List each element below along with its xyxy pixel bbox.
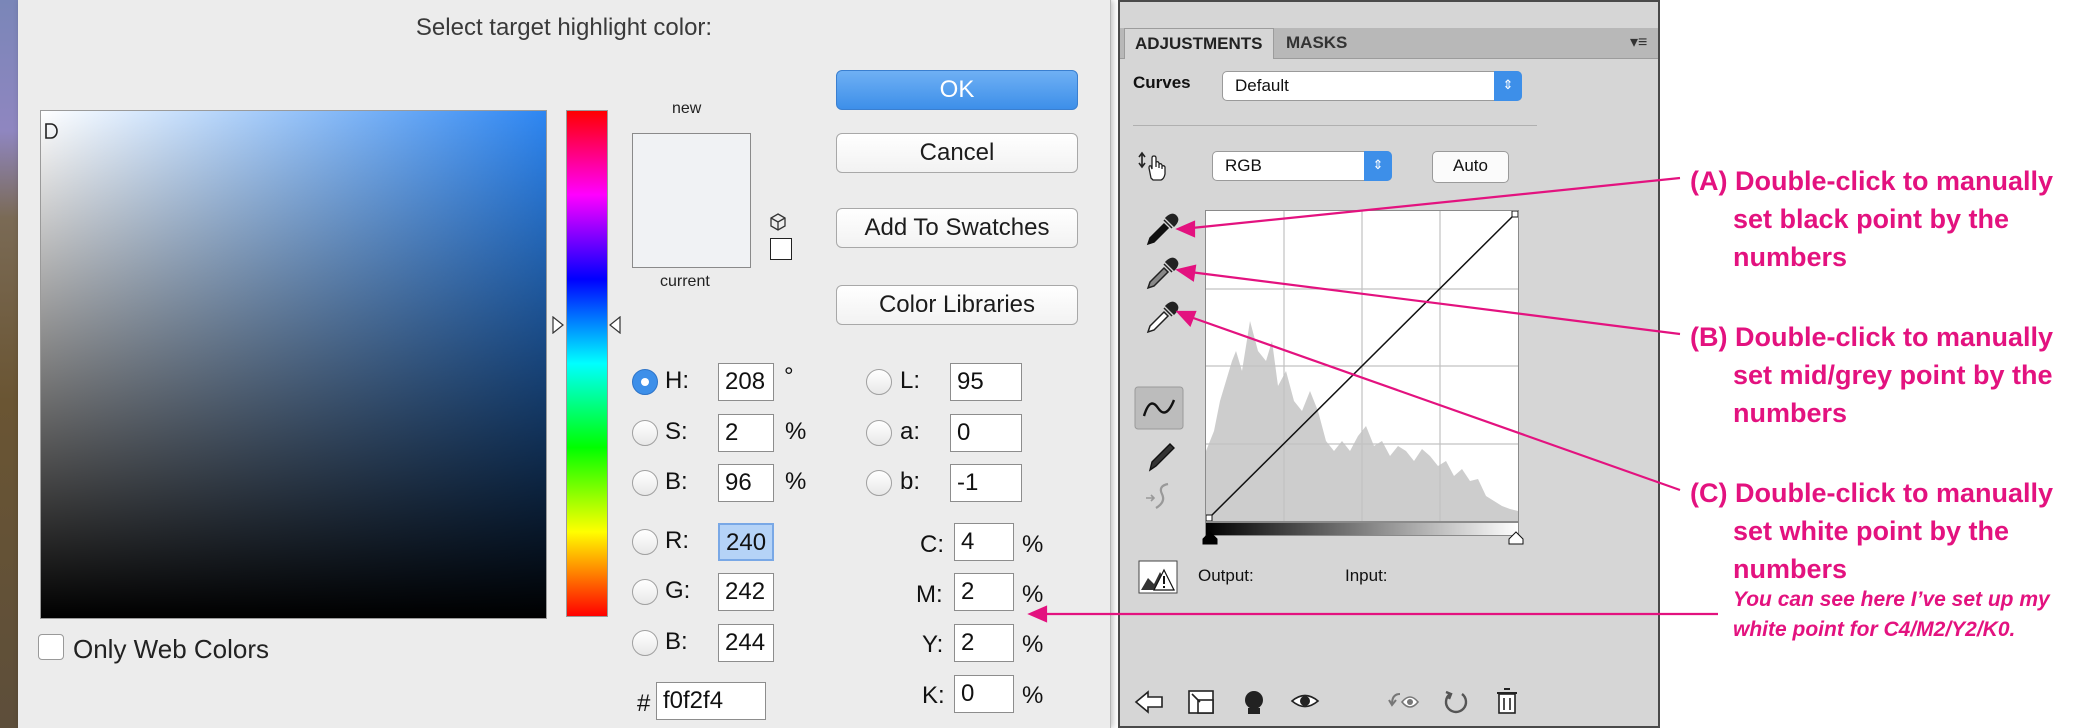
annotation-b-line2: set mid/grey point by the (1733, 360, 2053, 390)
annotation-c-line3: numbers (1733, 554, 1848, 584)
annotation-b-line3: numbers (1733, 398, 1848, 428)
annotation-a-line1: (A) Double-click to manually (1690, 166, 2054, 196)
annotation-a-line3: numbers (1733, 242, 1848, 272)
annotation-note-line1: You can see here I’ve set up my (1733, 588, 2050, 611)
annotation-b-line1: (B) Double-click to manually (1690, 322, 2054, 352)
annotation-c-line1: (C) Double-click to manually (1690, 478, 2054, 508)
annotation-a-line2: set black point by the (1733, 204, 2010, 234)
annotation-note-line2: white point for C4/M2/Y2/K0. (1733, 618, 2016, 641)
annotation-c-line2: set white point by the (1733, 516, 2010, 546)
